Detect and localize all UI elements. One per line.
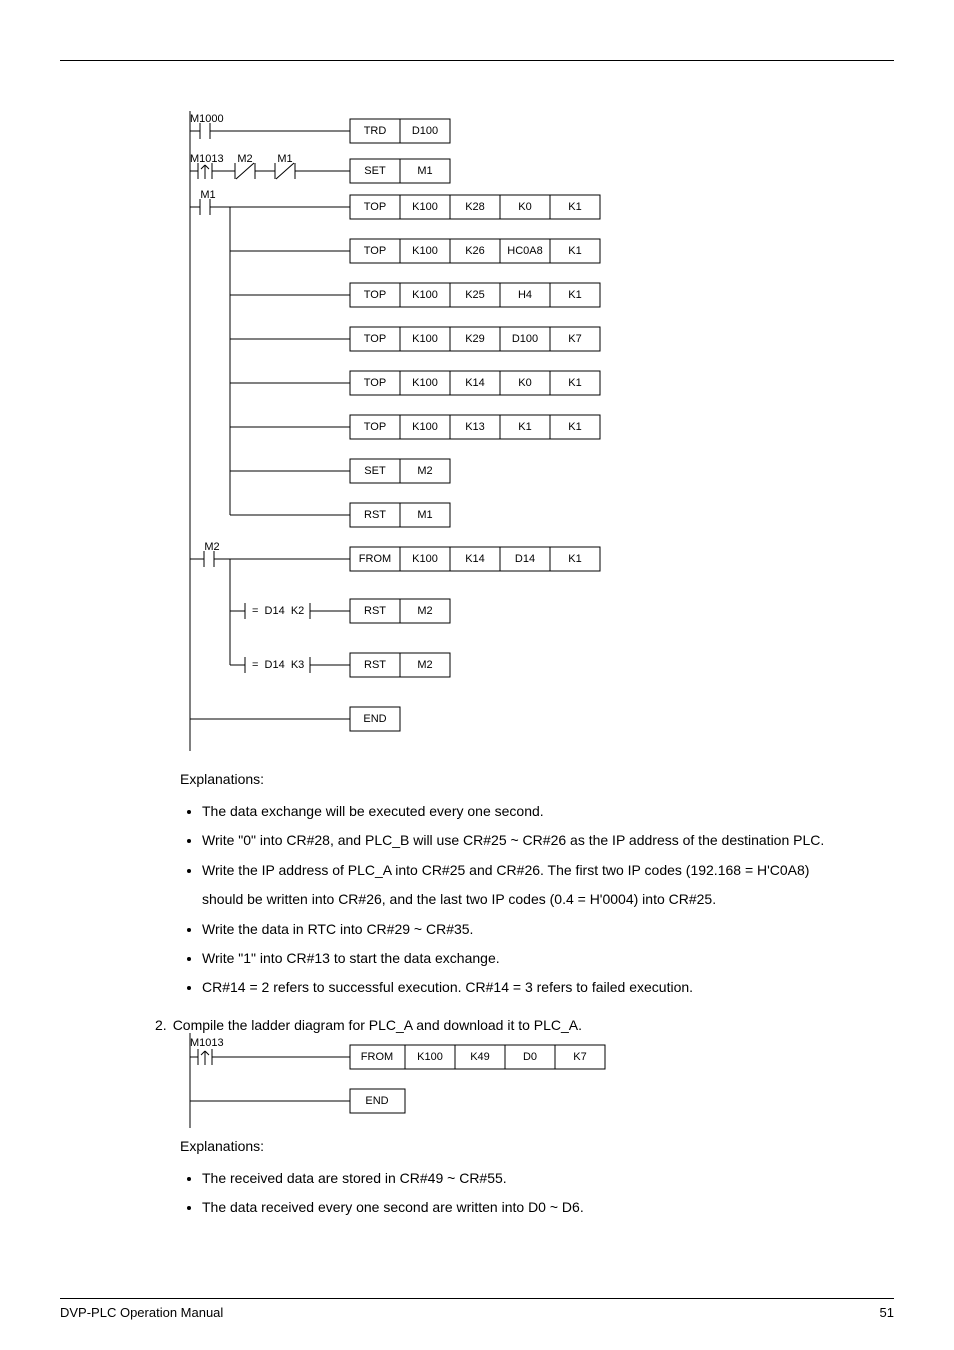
svg-text:END: END xyxy=(363,713,386,725)
svg-text:K28: K28 xyxy=(465,201,485,213)
svg-text:HC0A8: HC0A8 xyxy=(507,245,542,257)
svg-text:D100: D100 xyxy=(512,333,538,345)
ladder-row-3: TOP K100 K29 D100 K7 xyxy=(230,327,600,351)
ladder-row-5: TOP K100 K13 K1 K1 xyxy=(230,415,600,439)
svg-text:FROM: FROM xyxy=(359,553,391,565)
bullet-item: The data received every one second are w… xyxy=(202,1193,834,1222)
svg-text:M2: M2 xyxy=(417,605,432,617)
svg-text:SET: SET xyxy=(364,465,386,477)
svg-text:K1: K1 xyxy=(568,553,581,565)
svg-text:M1: M1 xyxy=(200,189,215,201)
svg-text:K13: K13 xyxy=(465,421,485,433)
svg-text:RST: RST xyxy=(364,509,386,521)
svg-text:K100: K100 xyxy=(412,333,438,345)
explanations-heading: Explanations: xyxy=(180,1138,834,1154)
svg-text:TOP: TOP xyxy=(364,421,386,433)
svg-text:K25: K25 xyxy=(465,289,485,301)
svg-text:D14: D14 xyxy=(515,553,535,565)
ladder-row-7: RST M1 xyxy=(230,503,450,527)
svg-text:RST: RST xyxy=(364,659,386,671)
svg-text:M2: M2 xyxy=(417,465,432,477)
svg-text:= D14 K3: = D14 K3 xyxy=(252,659,304,671)
svg-text:D100: D100 xyxy=(412,125,438,137)
svg-text:K100: K100 xyxy=(412,201,438,213)
svg-text:M2: M2 xyxy=(204,541,219,553)
svg-text:K29: K29 xyxy=(465,333,485,345)
explanations-2: Explanations: The received data are stor… xyxy=(180,1138,834,1223)
svg-text:K100: K100 xyxy=(412,289,438,301)
ladder-diagram-1: M1000 TRD D100 M1013 M2 M1 xyxy=(180,111,894,751)
bullet-item: Write "1" into CR#13 to start the data e… xyxy=(202,944,834,973)
svg-text:TOP: TOP xyxy=(364,289,386,301)
svg-text:K26: K26 xyxy=(465,245,485,257)
svg-text:K1: K1 xyxy=(568,289,581,301)
bullet-item: Write the data in RTC into CR#29 ~ CR#35… xyxy=(202,915,834,944)
svg-text:K1: K1 xyxy=(568,201,581,213)
svg-text:K100: K100 xyxy=(417,1051,443,1063)
svg-text:K1: K1 xyxy=(568,421,581,433)
step-text: Compile the ladder diagram for PLC_A and… xyxy=(173,1017,834,1033)
step-2: 2. Compile the ladder diagram for PLC_A … xyxy=(155,1017,834,1033)
svg-text:K100: K100 xyxy=(412,421,438,433)
svg-text:TRD: TRD xyxy=(364,125,387,137)
svg-text:K7: K7 xyxy=(573,1051,586,1063)
page: M1000 TRD D100 M1013 M2 M1 xyxy=(0,0,954,1350)
svg-text:END: END xyxy=(365,1095,388,1107)
svg-text:K14: K14 xyxy=(465,377,485,389)
contact-label: M1000 xyxy=(190,113,224,125)
svg-text:M1013: M1013 xyxy=(190,1037,224,1049)
svg-text:FROM: FROM xyxy=(361,1051,393,1063)
svg-text:K100: K100 xyxy=(412,245,438,257)
svg-text:K1: K1 xyxy=(518,421,531,433)
svg-text:K100: K100 xyxy=(412,553,438,565)
svg-text:D0: D0 xyxy=(523,1051,537,1063)
top-divider xyxy=(60,60,894,61)
svg-text:M1013: M1013 xyxy=(190,153,224,165)
svg-text:M2: M2 xyxy=(417,659,432,671)
page-footer: DVP-PLC Operation Manual 51 xyxy=(60,1298,894,1320)
svg-text:M1: M1 xyxy=(417,509,432,521)
svg-text:H4: H4 xyxy=(518,289,532,301)
ladder-row-0: TOP K100 K28 K0 K1 xyxy=(350,195,600,219)
bullet-item: The data exchange will be executed every… xyxy=(202,797,834,826)
page-number: 51 xyxy=(880,1305,894,1320)
ladder-row-4: TOP K100 K14 K0 K1 xyxy=(230,371,600,395)
svg-text:TOP: TOP xyxy=(364,201,386,213)
bullet-item: The received data are stored in CR#49 ~ … xyxy=(202,1164,834,1193)
footer-left: DVP-PLC Operation Manual xyxy=(60,1305,223,1320)
svg-text:K0: K0 xyxy=(518,377,531,389)
step-number: 2. xyxy=(155,1017,167,1033)
svg-text:SET: SET xyxy=(364,165,386,177)
svg-text:K7: K7 xyxy=(568,333,581,345)
svg-text:= D14 K2: = D14 K2 xyxy=(252,605,304,617)
svg-text:K49: K49 xyxy=(470,1051,490,1063)
ladder-row-6: SET M2 xyxy=(230,459,450,483)
svg-text:TOP: TOP xyxy=(364,333,386,345)
svg-text:TOP: TOP xyxy=(364,377,386,389)
svg-text:K1: K1 xyxy=(568,245,581,257)
svg-text:RST: RST xyxy=(364,605,386,617)
svg-text:M2: M2 xyxy=(237,153,252,165)
ladder-row-2: TOP K100 K25 H4 K1 xyxy=(230,283,600,307)
svg-text:K1: K1 xyxy=(568,377,581,389)
ladder-diagram-2: M1013 FROM K100 K49 D0 K7 END xyxy=(180,1033,894,1128)
bullet-item: CR#14 = 2 refers to successful execution… xyxy=(202,973,834,1002)
explanations-1: Explanations: The data exchange will be … xyxy=(180,771,834,1003)
bullet-item: Write the IP address of PLC_A into CR#25… xyxy=(202,856,834,915)
bullet-item: Write "0" into CR#28, and PLC_B will use… xyxy=(202,826,834,855)
svg-text:K100: K100 xyxy=(412,377,438,389)
svg-text:M1: M1 xyxy=(417,165,432,177)
svg-text:TOP: TOP xyxy=(364,245,386,257)
ladder-row-1: TOP K100 K26 HC0A8 K1 xyxy=(230,239,600,263)
svg-text:K0: K0 xyxy=(518,201,531,213)
svg-text:M1: M1 xyxy=(277,153,292,165)
explanations-heading: Explanations: xyxy=(180,771,834,787)
svg-text:K14: K14 xyxy=(465,553,485,565)
